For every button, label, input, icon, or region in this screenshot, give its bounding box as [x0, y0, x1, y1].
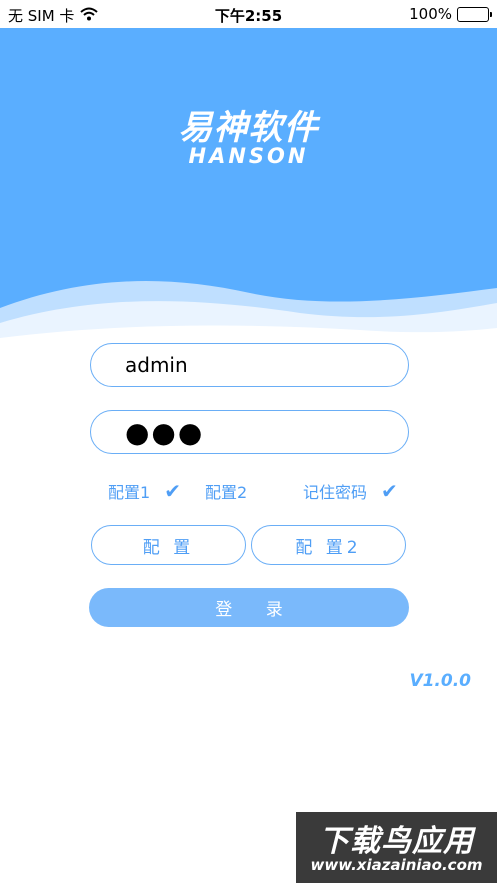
- remember-label: 记住密码: [303, 483, 368, 502]
- battery-percent: 100%: [409, 5, 452, 23]
- carrier-label: 无 SIM 卡: [8, 7, 75, 25]
- header-banner: 易神软件 HANSON: [0, 28, 497, 348]
- remember-password-checkbox[interactable]: 记住密码 ✔: [303, 479, 398, 503]
- wifi-icon: [80, 7, 99, 25]
- version-label: V1.0.0: [409, 671, 471, 691]
- username-field[interactable]: [90, 343, 409, 387]
- watermark-url: www.xiazainiao.com: [310, 856, 483, 874]
- option1-checkbox[interactable]: 配置1 ✔: [108, 479, 181, 503]
- option1-label: 配置1: [108, 483, 151, 502]
- password-field[interactable]: [90, 410, 409, 454]
- watermark-logo: 下载鸟应用 www.xiazainiao.com: [296, 812, 497, 883]
- username-input[interactable]: [91, 344, 408, 386]
- status-left: 无 SIM 卡: [8, 5, 99, 26]
- logo-title: 易神软件: [178, 108, 319, 148]
- logo-subtitle: HANSON: [188, 144, 309, 168]
- watermark-title: 下载鸟应用: [319, 824, 474, 859]
- battery-icon: [457, 6, 492, 22]
- status-bar: 无 SIM 卡 下午2:55 100%: [0, 0, 497, 28]
- login-button[interactable]: 登 录: [89, 588, 409, 627]
- check-icon: ✔: [164, 479, 181, 503]
- password-input[interactable]: [91, 411, 408, 453]
- config2-button[interactable]: 配 置2: [251, 525, 406, 565]
- check-icon: ✔: [381, 479, 398, 503]
- config-button[interactable]: 配 置: [91, 525, 246, 565]
- wave-decoration: [0, 281, 497, 348]
- option2-label: 配置2: [205, 483, 248, 502]
- status-right: 100%: [409, 5, 492, 23]
- option2-checkbox[interactable]: 配置2: [205, 479, 247, 503]
